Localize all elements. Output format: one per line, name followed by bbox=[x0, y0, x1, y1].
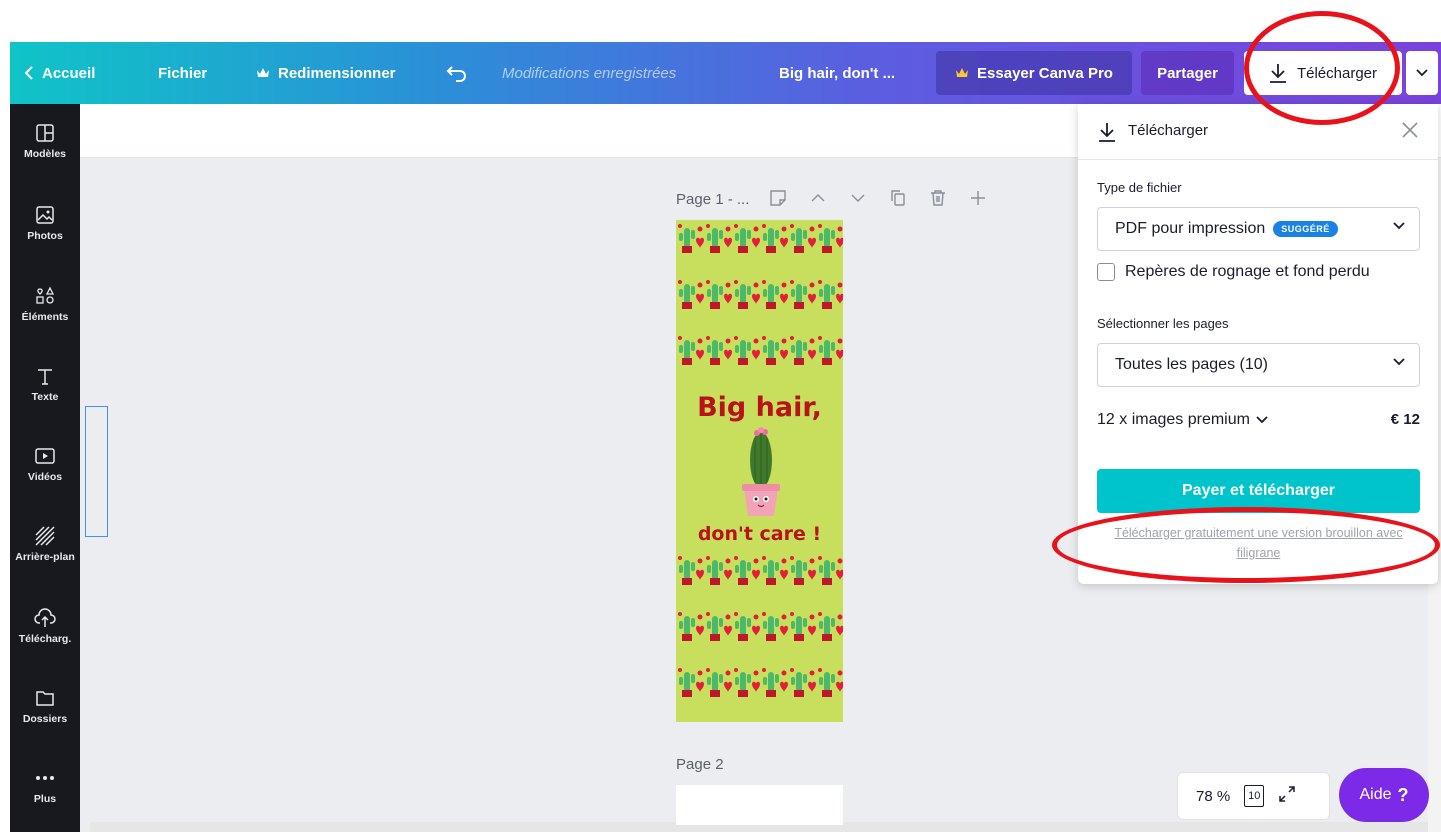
select-pages-label: Sélectionner les pages bbox=[1097, 316, 1229, 331]
sidebar-item-more[interactable]: Plus bbox=[10, 751, 80, 821]
pages-value: Toutes les pages (10) bbox=[1115, 356, 1268, 373]
move-page-down-icon[interactable] bbox=[848, 188, 868, 208]
resize-label: Redimensionner bbox=[278, 64, 396, 82]
cactus-pattern-bottom bbox=[678, 556, 843, 697]
try-canva-pro-button[interactable]: Essayer Canva Pro bbox=[936, 51, 1132, 95]
zoom-controls: 78 % 10 bbox=[1177, 772, 1330, 820]
page-tools bbox=[768, 188, 988, 208]
elements-icon bbox=[34, 285, 56, 307]
home-label: Accueil bbox=[42, 64, 96, 82]
text-icon bbox=[34, 365, 56, 387]
sidebar-item-folders[interactable]: Dossiers bbox=[10, 671, 80, 741]
upload-icon bbox=[34, 607, 56, 629]
design-headline[interactable]: Big hair, bbox=[676, 392, 843, 423]
file-label: Fichier bbox=[158, 64, 208, 82]
sidebar-item-label: Plus bbox=[33, 793, 57, 805]
add-note-icon[interactable] bbox=[768, 188, 788, 208]
crop-marks-label: Repères de rognage et fond perdu bbox=[1125, 263, 1370, 280]
sidebar-item-label: Modèles bbox=[23, 148, 66, 160]
page-count: 10 bbox=[1248, 790, 1261, 802]
page-grid-button[interactable]: 10 bbox=[1244, 785, 1265, 807]
undo-button[interactable] bbox=[446, 42, 476, 104]
cactus-pattern-top bbox=[678, 224, 843, 365]
zoom-level[interactable]: 78 % bbox=[1196, 788, 1230, 805]
home-button[interactable]: Accueil bbox=[24, 42, 95, 104]
question-icon: ? bbox=[1397, 784, 1409, 805]
design-page-2[interactable] bbox=[676, 785, 843, 825]
saved-status-text: Modifications enregistrées bbox=[502, 64, 677, 82]
chevron-left-icon bbox=[24, 66, 33, 80]
canva-editor: Accueil Fichier Redimensionner Modificat… bbox=[0, 0, 1441, 832]
premium-price: € 12 bbox=[1390, 411, 1420, 428]
close-icon[interactable] bbox=[1400, 120, 1420, 140]
sidebar-item-uploads[interactable]: Télécharg. bbox=[10, 591, 80, 661]
document-title-text: Big hair, don't ... bbox=[779, 64, 896, 82]
selection-outline bbox=[85, 406, 108, 537]
file-type-label: Type de fichier bbox=[1097, 180, 1182, 195]
download-options-button[interactable] bbox=[1406, 51, 1438, 95]
undo-icon bbox=[446, 66, 466, 82]
sidebar-item-label: Texte bbox=[31, 391, 59, 403]
pages-select[interactable]: Toutes les pages (10) bbox=[1097, 343, 1420, 387]
sidebar-item-label: Photos bbox=[27, 230, 63, 242]
delete-page-icon[interactable] bbox=[928, 188, 948, 208]
sidebar-item-templates[interactable]: Modèles bbox=[10, 106, 80, 176]
share-button[interactable]: Partager bbox=[1141, 51, 1234, 95]
resize-button[interactable]: Redimensionner bbox=[256, 42, 396, 104]
pay-and-download-label: Payer et télécharger bbox=[1182, 482, 1335, 499]
chevron-down-icon bbox=[1393, 222, 1405, 230]
sidebar-item-label: Éléments bbox=[21, 311, 69, 323]
download-panel-title: Télécharger bbox=[1128, 122, 1209, 139]
sidebar: Modèles Photos Éléments Texte Vidéos Arr… bbox=[10, 104, 80, 832]
sidebar-item-background[interactable]: Arrière-plan bbox=[10, 509, 80, 579]
design-subline[interactable]: don't care ! bbox=[676, 523, 843, 545]
sidebar-item-photos[interactable]: Photos bbox=[10, 188, 80, 258]
add-page-icon[interactable] bbox=[968, 188, 988, 208]
file-type-value: PDF pour impression bbox=[1115, 220, 1266, 237]
sidebar-item-elements[interactable]: Éléments bbox=[10, 269, 80, 339]
design-page-1[interactable]: Big hair, don't care ! bbox=[676, 220, 843, 722]
sidebar-item-videos[interactable]: Vidéos bbox=[10, 429, 80, 499]
sidebar-item-label: Dossiers bbox=[22, 713, 68, 725]
page-2-label[interactable]: Page 2 bbox=[676, 756, 724, 773]
sidebar-item-label: Arrière-plan bbox=[15, 551, 75, 563]
crown-icon bbox=[956, 68, 969, 77]
folder-icon bbox=[34, 687, 56, 709]
annotation-circle-download bbox=[1244, 11, 1400, 125]
suggested-badge: SUGGÉRÉ bbox=[1273, 221, 1338, 237]
premium-images-row[interactable]: 12 x images premium € 12 bbox=[1097, 411, 1420, 429]
chevron-down-icon bbox=[1256, 416, 1268, 424]
chevron-down-icon bbox=[1416, 69, 1428, 77]
move-page-up-icon[interactable] bbox=[808, 188, 828, 208]
templates-icon bbox=[34, 122, 56, 144]
file-menu-button[interactable]: Fichier bbox=[158, 42, 207, 104]
sidebar-item-text[interactable]: Texte bbox=[10, 349, 80, 419]
file-type-select[interactable]: PDF pour impression SUGGÉRÉ bbox=[1097, 207, 1420, 251]
premium-images-label: 12 x images premium bbox=[1097, 411, 1250, 428]
page-1-label[interactable]: Page 1 - ... bbox=[676, 191, 749, 208]
sidebar-item-label: Vidéos bbox=[27, 471, 63, 483]
top-bar: Accueil Fichier Redimensionner Modificat… bbox=[10, 42, 1441, 104]
crop-marks-option[interactable]: Repères de rognage et fond perdu bbox=[1097, 263, 1370, 281]
share-label: Partager bbox=[1157, 64, 1218, 82]
fullscreen-icon[interactable] bbox=[1278, 785, 1296, 807]
videos-icon bbox=[34, 445, 56, 467]
download-panel-header: Télécharger bbox=[1078, 104, 1438, 160]
chevron-down-icon bbox=[1393, 358, 1405, 366]
download-icon bbox=[1099, 123, 1115, 142]
help-label: Aide bbox=[1359, 786, 1392, 803]
crop-marks-checkbox[interactable] bbox=[1097, 263, 1115, 281]
photos-icon bbox=[34, 204, 56, 226]
annotation-circle-draft-link bbox=[1052, 507, 1440, 583]
duplicate-page-icon[interactable] bbox=[888, 188, 908, 208]
background-icon bbox=[34, 525, 56, 547]
more-icon bbox=[34, 767, 56, 789]
try-pro-label: Essayer Canva Pro bbox=[977, 64, 1113, 82]
cactus-illustration[interactable] bbox=[739, 426, 783, 518]
sidebar-item-label: Télécharg. bbox=[18, 633, 72, 645]
document-title[interactable]: Big hair, don't ... bbox=[779, 42, 895, 104]
crown-icon bbox=[257, 68, 269, 77]
help-button[interactable]: Aide ? bbox=[1339, 768, 1429, 822]
saved-status: Modifications enregistrées bbox=[502, 42, 676, 104]
